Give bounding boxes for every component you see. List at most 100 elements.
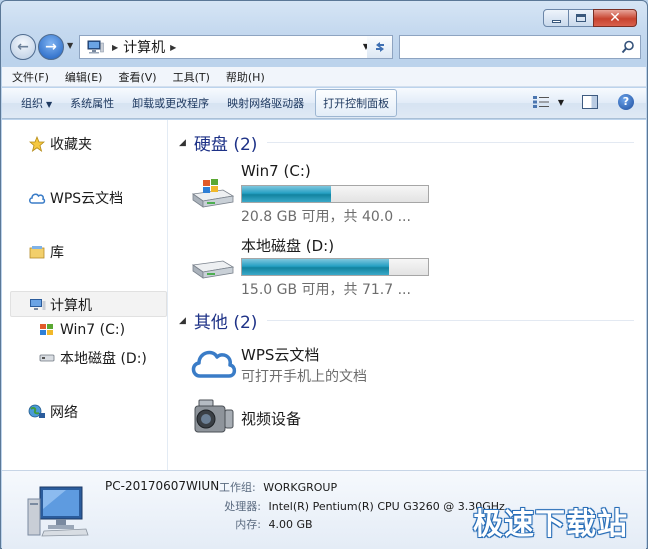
drive-usage-bar: [241, 185, 429, 203]
refresh-icon: [375, 42, 384, 52]
change-view-button[interactable]: ▼: [532, 95, 564, 109]
view-options-icon: [532, 96, 549, 108]
chevron-down-icon: ▼: [557, 97, 564, 107]
hard-drive-icon: [191, 260, 235, 279]
help-icon[interactable]: ?: [618, 94, 634, 110]
breadcrumb-arrow-icon[interactable]: ▶: [170, 43, 176, 52]
minimize-button[interactable]: [543, 9, 569, 27]
sidebar-item-label: 库: [50, 245, 64, 261]
drive-item-c[interactable]: Win7 (C:) 20.8 GB 可用，共 40.0 ...: [189, 162, 449, 225]
maximize-icon: [576, 14, 586, 22]
sidebar-item-drive-d[interactable]: 本地磁盘 (D:): [38, 348, 147, 368]
computer-icon: [87, 40, 104, 54]
drive-name: 本地磁盘 (D:): [241, 237, 335, 255]
item-subtitle: 可打开手机上的文档: [241, 369, 367, 385]
details-pane: PC-20170607WIUN 工作组: WORKGROUP 处理器: Inte…: [2, 470, 646, 549]
sidebar-item-network[interactable]: 网络: [28, 402, 78, 422]
forward-arrow-icon: →: [45, 39, 57, 55]
camera-icon: [194, 399, 234, 433]
computer-icon: [27, 486, 89, 537]
processor-row: 处理器: Intel(R) Pentium(R) CPU G3260 @ 3.3…: [213, 498, 505, 514]
memory-label: 内存:: [235, 518, 261, 531]
breadcrumb-arrow-icon[interactable]: ▶: [112, 43, 118, 52]
wps-cloud-item[interactable]: WPS云文档 可打开手机上的文档: [189, 342, 449, 388]
sidebar-item-label: 本地磁盘 (D:): [60, 351, 147, 367]
search-icon[interactable]: [621, 40, 635, 54]
workgroup-label: 工作组:: [219, 481, 256, 494]
drive-item-d[interactable]: 本地磁盘 (D:) 15.0 GB 可用，共 71.7 ...: [189, 235, 449, 298]
history-dropdown-icon[interactable]: ▼: [67, 41, 73, 50]
group-title: 硬盘 (2): [193, 135, 258, 155]
organize-label: 组织: [21, 97, 43, 110]
windows-drive-icon: [38, 321, 56, 339]
processor-value: Intel(R) Pentium(R) CPU G3260 @ 3.30GHz: [268, 500, 505, 513]
view-controls: ▼ ?: [532, 94, 634, 110]
group-divider: [267, 142, 634, 143]
forward-button[interactable]: →: [38, 34, 64, 60]
drive-usage-bar: [241, 258, 429, 276]
sidebar-item-favorites[interactable]: 收藏夹: [28, 134, 92, 154]
maximize-button[interactable]: [568, 9, 594, 27]
close-icon: ✕: [609, 10, 621, 26]
back-arrow-icon: ←: [17, 39, 29, 55]
breadcrumb-computer[interactable]: 计算机: [123, 37, 165, 57]
menu-file[interactable]: 文件(F): [12, 69, 49, 85]
chevron-down-icon: ▼: [46, 100, 53, 109]
workgroup-value: WORKGROUP: [263, 481, 338, 494]
sidebar-item-computer[interactable]: 计算机: [28, 295, 92, 315]
uninstall-program-button[interactable]: 卸载或更改程序: [125, 90, 216, 116]
command-bar: 组织 ▼ 系统属性 卸载或更改程序 映射网络驱动器 打开控制面板 ▼ ?: [2, 88, 646, 119]
sidebar-item-label: 收藏夹: [50, 137, 92, 153]
sidebar-item-label: 网络: [50, 405, 78, 421]
drive-name: Win7 (C:): [241, 162, 311, 180]
sidebar-item-drive-c[interactable]: Win7 (C:): [38, 321, 125, 339]
drive-usage-fill: [242, 259, 389, 275]
group-title: 其他 (2): [193, 313, 258, 333]
memory-row: 内存: 4.00 GB: [213, 516, 312, 532]
menu-edit[interactable]: 编辑(E): [65, 69, 103, 85]
computer-icon: [28, 296, 46, 314]
group-header-hard-drives[interactable]: ◢ 硬盘 (2): [179, 130, 634, 155]
navigation-pane: 收藏夹 WPS云文档 库 计算机 Win7 (C:) 本地磁盘 (D:) 网络: [2, 120, 168, 470]
sidebar-item-label: Win7 (C:): [60, 322, 126, 338]
drive-free-space: 15.0 GB 可用，共 71.7 ...: [241, 282, 411, 298]
drive-free-space: 20.8 GB 可用，共 40.0 ...: [241, 209, 411, 225]
video-device-item[interactable]: 视频设备: [189, 396, 449, 442]
content-area: 收藏夹 WPS云文档 库 计算机 Win7 (C:) 本地磁盘 (D:) 网络 …: [2, 120, 646, 470]
collapse-arrow-icon[interactable]: ◢: [179, 138, 186, 148]
menu-bar: 文件(F) 编辑(E) 查看(V) 工具(T) 帮助(H): [2, 67, 646, 87]
library-icon: [28, 243, 46, 261]
refresh-button[interactable]: [367, 35, 393, 59]
open-control-panel-button[interactable]: 打开控制面板: [315, 89, 398, 117]
address-bar[interactable]: ▶ 计算机 ▶ ▼: [79, 35, 374, 59]
system-properties-button[interactable]: 系统属性: [63, 90, 121, 116]
sidebar-item-libraries[interactable]: 库: [28, 242, 64, 262]
sidebar-item-wps-cloud[interactable]: WPS云文档: [28, 188, 123, 208]
menu-help[interactable]: 帮助(H): [226, 69, 265, 85]
group-divider: [267, 320, 634, 321]
item-name: 视频设备: [241, 410, 302, 428]
collapse-arrow-icon[interactable]: ◢: [179, 316, 186, 326]
explorer-window: ✕ ← → ▼ ▶ 计算机 ▶ ▼ 文件(F) 编辑(E) 查看(V) 工具(T…: [0, 0, 648, 549]
cloud-icon: [191, 350, 237, 378]
preview-pane-icon[interactable]: [582, 95, 598, 109]
group-header-other[interactable]: ◢ 其他 (2): [179, 308, 634, 333]
minimize-icon: [551, 19, 561, 23]
processor-label: 处理器:: [224, 500, 261, 513]
hard-drive-icon: [38, 349, 56, 367]
cloud-icon: [28, 189, 46, 207]
close-button[interactable]: ✕: [593, 9, 637, 27]
item-name: WPS云文档: [241, 346, 320, 364]
main-pane: ◢ 硬盘 (2) Win7 (C:) 20.8 GB 可用，共 40.0 ...…: [169, 120, 646, 470]
organize-button[interactable]: 组织 ▼: [14, 90, 59, 116]
caption-buttons: ✕: [543, 9, 637, 27]
map-network-drive-button[interactable]: 映射网络驱动器: [220, 90, 311, 116]
computer-name: PC-20170607WIUN: [105, 479, 220, 493]
search-box[interactable]: [399, 35, 641, 59]
menu-view[interactable]: 查看(V): [118, 69, 156, 85]
navigation-bar: ← → ▼ ▶ 计算机 ▶ ▼: [9, 33, 641, 61]
back-button[interactable]: ←: [10, 34, 36, 60]
search-input[interactable]: [400, 36, 610, 58]
sidebar-item-label: WPS云文档: [50, 191, 124, 207]
menu-tools[interactable]: 工具(T): [173, 69, 210, 85]
